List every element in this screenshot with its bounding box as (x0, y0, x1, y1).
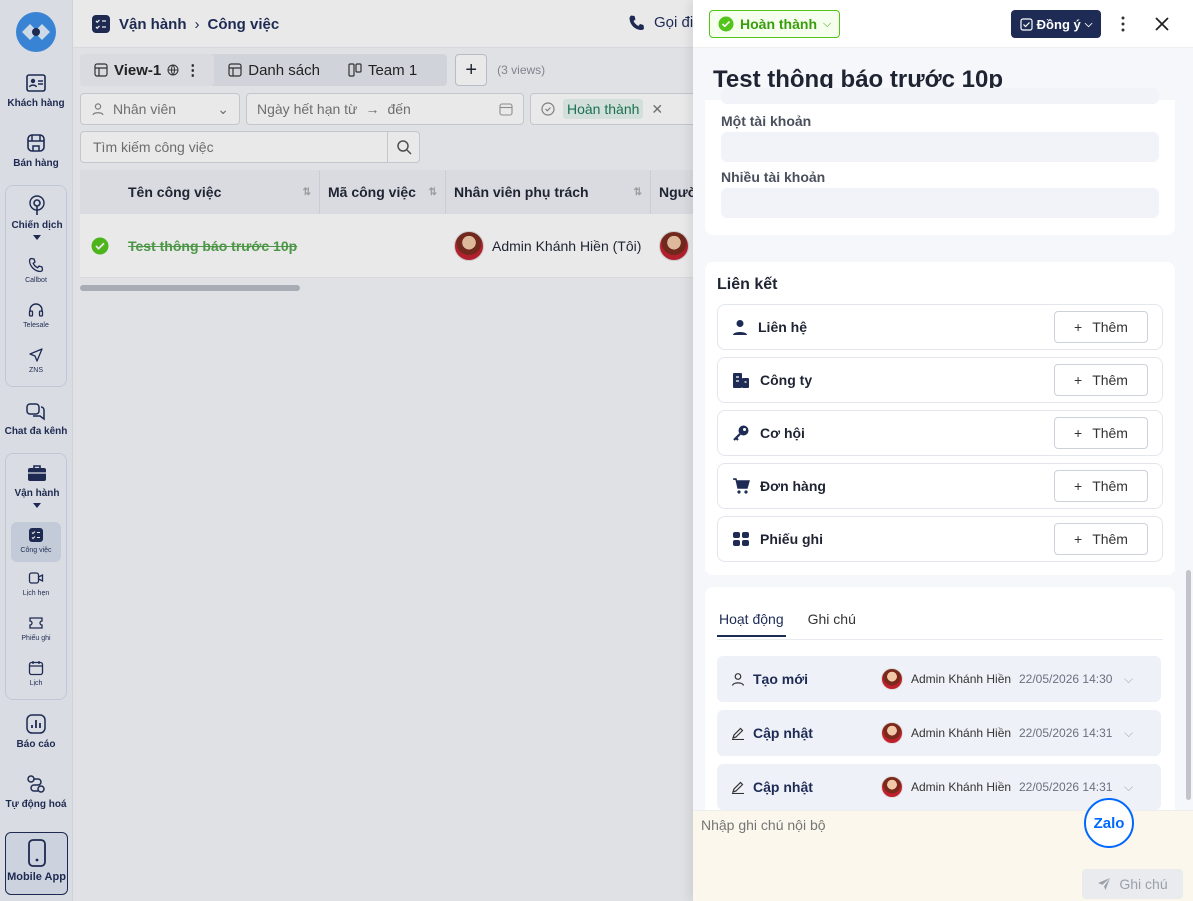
links-card: Liên kết Liên hệ + Thêm Công ty + Thêm Cơ … (705, 262, 1175, 575)
task-detail-drawer: Hoàn thành ⌵ Đồng ý ⌵ Test thông báo trư… (693, 0, 1193, 901)
modal-backdrop[interactable] (0, 0, 693, 901)
user-icon (731, 672, 745, 686)
field-input[interactable] (721, 88, 1159, 104)
avatar (881, 722, 903, 744)
activity-tabs: Hoạt động Ghi chú (717, 607, 858, 637)
activity-item[interactable]: Cập nhật Admin Khánh Hiền 22/05/2026 14:… (717, 710, 1161, 756)
link-label: Phiếu ghi (760, 531, 823, 547)
ticket-icon (732, 531, 750, 547)
link-contact: Liên hệ + Thêm (717, 304, 1163, 350)
add-opportunity-button[interactable]: + Thêm (1054, 417, 1148, 449)
person-icon (732, 319, 748, 335)
link-ticket: Phiếu ghi + Thêm (717, 516, 1163, 562)
field-label: Một tài khoản (721, 113, 812, 129)
link-opportunity: Cơ hội + Thêm (717, 410, 1163, 456)
tab-activity[interactable]: Hoạt động (717, 607, 786, 637)
add-ticket-button[interactable]: + Thêm (1054, 523, 1148, 555)
more-vertical-icon[interactable] (1113, 12, 1133, 36)
add-company-button[interactable]: + Thêm (1054, 364, 1148, 396)
link-order: Đơn hàng + Thêm (717, 463, 1163, 509)
pencil-icon (731, 780, 745, 794)
save-note-label: Ghi chú (1119, 876, 1168, 892)
add-contact-button[interactable]: + Thêm (1054, 311, 1148, 343)
add-order-button[interactable]: + Thêm (1054, 470, 1148, 502)
avatar (881, 668, 903, 690)
chevron-down-icon: ⌵ (1084, 18, 1093, 30)
zalo-logo: Zalo (1093, 814, 1125, 832)
pencil-icon (731, 726, 745, 740)
field-label: Nhiều tài khoản (721, 169, 826, 185)
link-label: Cơ hội (760, 425, 805, 441)
add-label: Thêm (1092, 531, 1128, 547)
link-company: Công ty + Thêm (717, 357, 1163, 403)
activity-time: 22/05/2026 14:30 (1019, 672, 1113, 686)
link-label: Liên hệ (758, 319, 808, 335)
chevron-down-icon[interactable]: ⌵ (1124, 780, 1133, 795)
save-note-button[interactable]: Ghi chú (1082, 869, 1183, 899)
activity-card: Hoạt động Ghi chú Tạo mới Admin Khánh Hi… (705, 587, 1175, 827)
status-dropdown[interactable]: Hoàn thành ⌵ (709, 10, 841, 38)
chevron-down-icon[interactable]: ⌵ (1124, 726, 1133, 741)
link-label: Đơn hàng (760, 478, 826, 494)
plus-icon: + (1074, 319, 1083, 335)
single-account-input[interactable] (721, 132, 1159, 162)
link-label: Công ty (760, 372, 813, 388)
company-icon (732, 372, 750, 388)
avatar (881, 776, 903, 798)
add-label: Thêm (1092, 478, 1128, 494)
plus-icon: + (1074, 425, 1083, 441)
vertical-scrollbar[interactable] (1186, 570, 1191, 800)
activity-action: Tạo mới (753, 671, 809, 687)
activity-action: Cập nhật (753, 725, 813, 741)
agree-label: Đồng ý (1036, 16, 1081, 32)
plus-icon: + (1074, 478, 1083, 494)
activity-user: Admin Khánh Hiền (911, 726, 1012, 740)
activity-user: Admin Khánh Hiền (911, 780, 1012, 794)
close-icon[interactable] (1151, 12, 1173, 36)
key-icon (732, 424, 750, 442)
chevron-down-icon: ⌵ (823, 17, 832, 30)
note-input[interactable] (701, 817, 1081, 857)
add-label: Thêm (1092, 372, 1128, 388)
multi-account-input[interactable] (721, 188, 1159, 218)
activity-time: 22/05/2026 14:31 (1019, 726, 1113, 740)
plus-icon: + (1074, 372, 1083, 388)
add-label: Thêm (1092, 425, 1128, 441)
agree-button[interactable]: Đồng ý ⌵ (1011, 10, 1101, 38)
custom-fields-card: Một tài khoản Nhiều tài khoản (705, 88, 1175, 235)
tab-notes[interactable]: Ghi chú (806, 607, 858, 637)
status-label: Hoàn thành (740, 16, 817, 32)
drawer-header: Hoàn thành ⌵ Đồng ý ⌵ (693, 0, 1193, 48)
zalo-chat-button[interactable]: Zalo (1084, 798, 1134, 848)
activity-time: 22/05/2026 14:31 (1019, 780, 1113, 794)
check-circle-icon (718, 16, 734, 32)
checkbox-icon (1020, 17, 1033, 31)
cart-icon (732, 477, 750, 495)
send-icon (1097, 877, 1111, 891)
activity-action: Cập nhật (753, 779, 813, 795)
plus-icon: + (1074, 531, 1083, 547)
activity-user: Admin Khánh Hiền (911, 672, 1012, 686)
add-label: Thêm (1092, 319, 1128, 335)
chevron-down-icon[interactable]: ⌵ (1124, 672, 1133, 687)
links-title: Liên kết (717, 276, 778, 293)
activity-item[interactable]: Tạo mới Admin Khánh Hiền 22/05/2026 14:3… (717, 656, 1161, 702)
